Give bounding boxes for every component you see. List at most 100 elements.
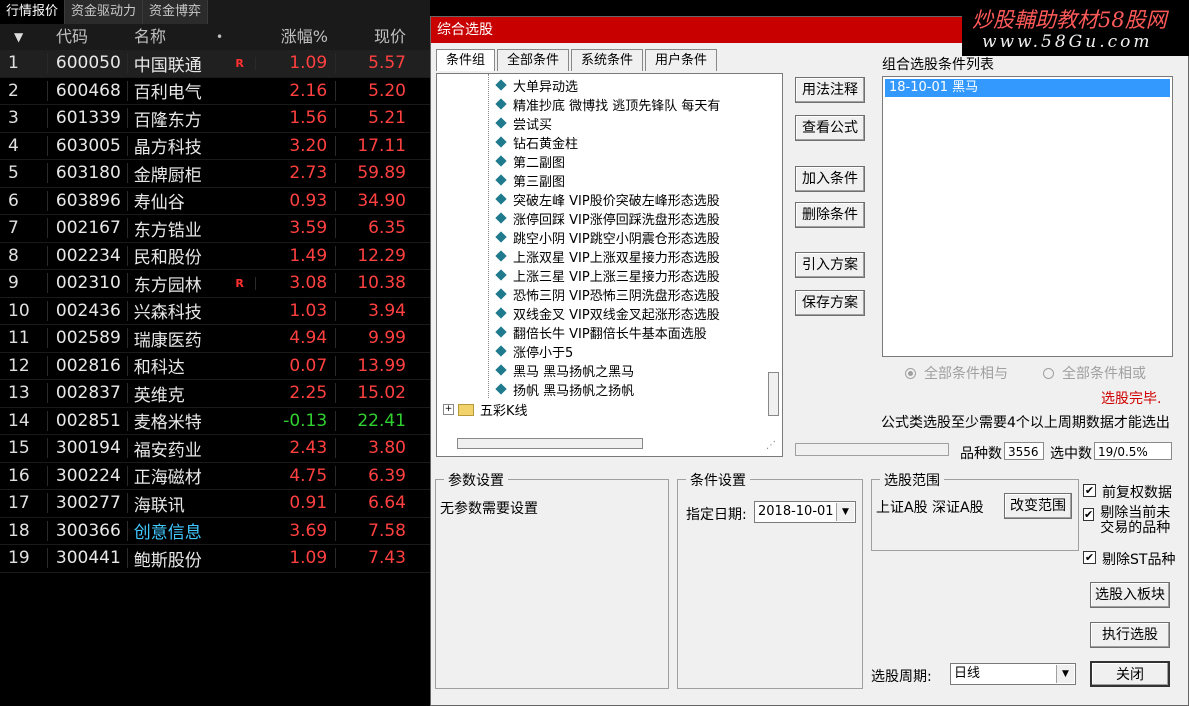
resize-grip-icon: ⋰ [766,440,776,451]
col-change-header[interactable]: 涨幅% [236,24,336,50]
formula-diamond-icon [495,155,507,167]
table-row[interactable]: 4 603005 晶方科技 3.20 17.11 [0,133,430,160]
table-row[interactable]: 13 002837 英维克 2.25 15.02 [0,380,430,408]
checkbox[interactable]: ✔ [1083,551,1096,564]
table-row[interactable]: 8 002234 民和股份 1.49 12.29 [0,243,430,270]
table-row[interactable]: 15 300194 福安药业 2.43 3.80 [0,435,430,463]
table-row[interactable]: 1 600050 中国联通 R 1.09 5.57 [0,50,430,78]
tree-item[interactable]: 上涨三星 VIP上涨三星接力形态选股 [495,266,720,285]
change-pct: 0.93 [256,190,337,211]
tree-item[interactable]: 扬帆 黑马扬帆之扬帆 [495,380,634,399]
usage-notes-button[interactable]: 用法注释 [795,77,865,103]
tree-item[interactable]: 大单异动选 [495,76,578,95]
tree-item[interactable]: 尝试买 [495,114,553,133]
tree-item[interactable]: 第二副图 [495,152,565,171]
table-row[interactable]: 3 601339 百隆东方 1.56 5.21 [0,105,430,133]
checkbox[interactable]: ✔ [1083,508,1095,521]
tree-item[interactable]: 双线金叉 VIP双线金叉起涨形态选股 [495,304,720,323]
check-exclude-st[interactable]: ✔ 剔除ST品种 [1083,549,1175,569]
radio-dot[interactable] [1043,367,1054,379]
tree-vertical-scrollbar[interactable] [767,76,780,416]
change-range-button[interactable]: 改变范围 [1004,493,1072,519]
quote-table-body: 1 600050 中国联通 R 1.09 5.57 2 600468 百利电气 2.16 5.20 3… [0,50,430,573]
tree-item[interactable]: 突破左峰 VIP股价突破左峰形态选股 [495,190,720,209]
tab-capital-game[interactable]: 资金博弈 [143,0,209,24]
tree-horizontal-scrollbar[interactable] [457,438,643,449]
check-exclude-untraded[interactable]: ✔ 剔除当前未交易的品种 [1083,506,1179,536]
period-select[interactable]: 日线 ▼ [950,663,1076,685]
combo-list-item[interactable]: 18-10-01 黑马 [885,79,1170,97]
expand-icon[interactable]: + [443,404,454,415]
price: 6.35 [368,218,406,239]
formula-note: 公式类选股至少需要4个以上周期数据才能选出 [881,415,1170,431]
tab-system-conditions[interactable]: 系统条件 [571,49,644,71]
formula-diamond-icon [495,231,507,243]
import-plan-button[interactable]: 引入方案 [795,252,865,278]
table-row[interactable]: 5 603180 金牌厨柜 2.73 59.89 [0,160,430,188]
tree-folder-colorful-k[interactable]: + 五彩K线 [443,400,528,419]
delete-condition-button[interactable]: 删除条件 [795,202,865,228]
formula-diamond-icon [495,98,507,110]
table-row[interactable]: 17 300277 海联讯 0.91 6.64 [0,490,430,518]
combo-condition-list[interactable]: 18-10-01 黑马 [882,76,1173,357]
tree-item[interactable]: 第三副图 [495,171,565,190]
tree-item[interactable]: 钻石黄金柱 [495,133,578,152]
date-picker[interactable]: 2018-10-01 ▼ [754,501,856,523]
select-to-block-button[interactable]: 选股入板块 [1090,582,1170,608]
add-condition-button[interactable]: 加入条件 [795,166,865,192]
tree-item[interactable]: 黑马 黑马扬帆之黑马 [495,361,634,380]
formula-diamond-icon [495,326,507,338]
tree-item[interactable]: 跳空小阴 VIP跳空小阴震仓形态选股 [495,228,720,247]
price: 10.38 [357,273,406,294]
table-row[interactable]: 11 002589 瑞康医药 4.94 9.99 [0,325,430,353]
chevron-down-icon[interactable]: ▼ [1056,665,1074,683]
tab-quotes[interactable]: 行情报价 [0,0,66,24]
chevron-down-icon[interactable]: ▼ [836,503,854,521]
sort-arrow-icon[interactable]: ▼ [0,24,48,50]
tree-item[interactable]: 恐怖三阴 VIP恐怖三阴洗盘形态选股 [495,285,720,304]
tab-all-conditions[interactable]: 全部条件 [497,49,570,71]
table-row[interactable]: 7 002167 东方锆业 3.59 6.35 [0,215,430,243]
col-name-header[interactable]: 名称 [128,24,216,50]
checkbox[interactable]: ✔ [1083,484,1096,497]
formula-diamond-icon [495,79,507,91]
stock-code: 002310 [48,273,128,294]
table-row[interactable]: 16 300224 正海磁材 4.75 6.39 [0,463,430,490]
stock-code: 300441 [48,548,128,569]
execute-screen-button[interactable]: 执行选股 [1090,622,1170,648]
stock-code: 300366 [48,520,128,541]
table-row[interactable]: 12 002816 和科达 0.07 13.99 [0,353,430,380]
tree-item[interactable]: 精准抄底 微博找 逃顶先锋队 每天有 [495,95,720,114]
table-row[interactable]: 9 002310 东方园林 R 3.08 10.38 [0,270,430,298]
tree-item-label: 尝试买 [513,117,553,133]
stock-name: 寿仙谷 [133,193,185,214]
change-pct: 1.09 [256,53,337,74]
table-row[interactable]: 18 300366 创意信息 3.69 7.58 [0,518,430,545]
tab-condition-group[interactable]: 条件组 [436,49,496,71]
condition-tree[interactable]: 大单异动选 精准抄底 微博找 逃顶先锋队 每天有尝试买 钻石黄金柱 第二副图 第三副图突… [436,73,783,457]
tree-item[interactable]: 涨停回踩 VIP涨停回踩洗盘形态选股 [495,209,720,228]
save-plan-button[interactable]: 保存方案 [795,290,865,316]
radio-dot[interactable] [905,367,916,379]
col-code-header[interactable]: 代码 [48,24,128,50]
table-row[interactable]: 6 603896 寿仙谷 0.93 34.90 [0,188,430,215]
tree-item[interactable]: 涨停小于5 [495,342,573,361]
tab-capital-drive[interactable]: 资金驱动力 [65,0,144,24]
table-row[interactable]: 10 002436 兴森科技 1.03 3.94 [0,298,430,325]
radio-all-and[interactable]: 全部条件相与 [905,363,1008,383]
table-row[interactable]: 19 300441 鲍斯股份 1.09 7.43 [0,545,430,573]
scroll-thumb[interactable] [768,372,779,416]
change-pct: 1.56 [256,108,337,129]
tab-user-conditions[interactable]: 用户条件 [645,49,718,71]
check-fuquan[interactable]: ✔ 前复权数据 [1083,482,1172,502]
table-row[interactable]: 2 600468 百利电气 2.16 5.20 [0,78,430,105]
tree-item[interactable]: 翻倍长牛 VIP翻倍长牛基本面选股 [495,323,707,342]
radio-all-or[interactable]: 全部条件相或 [1043,363,1146,383]
tree-item[interactable]: 上涨双星 VIP上涨双星接力形态选股 [495,247,720,266]
close-button[interactable]: 关闭 [1090,661,1170,687]
selected-label: 选中数 [1050,446,1092,462]
table-row[interactable]: 14 002851 麦格米特 -0.13 22.41 [0,408,430,435]
col-price-header[interactable]: 现价 [336,24,430,50]
view-formula-button[interactable]: 查看公式 [795,115,865,141]
stock-code: 601339 [48,108,128,129]
